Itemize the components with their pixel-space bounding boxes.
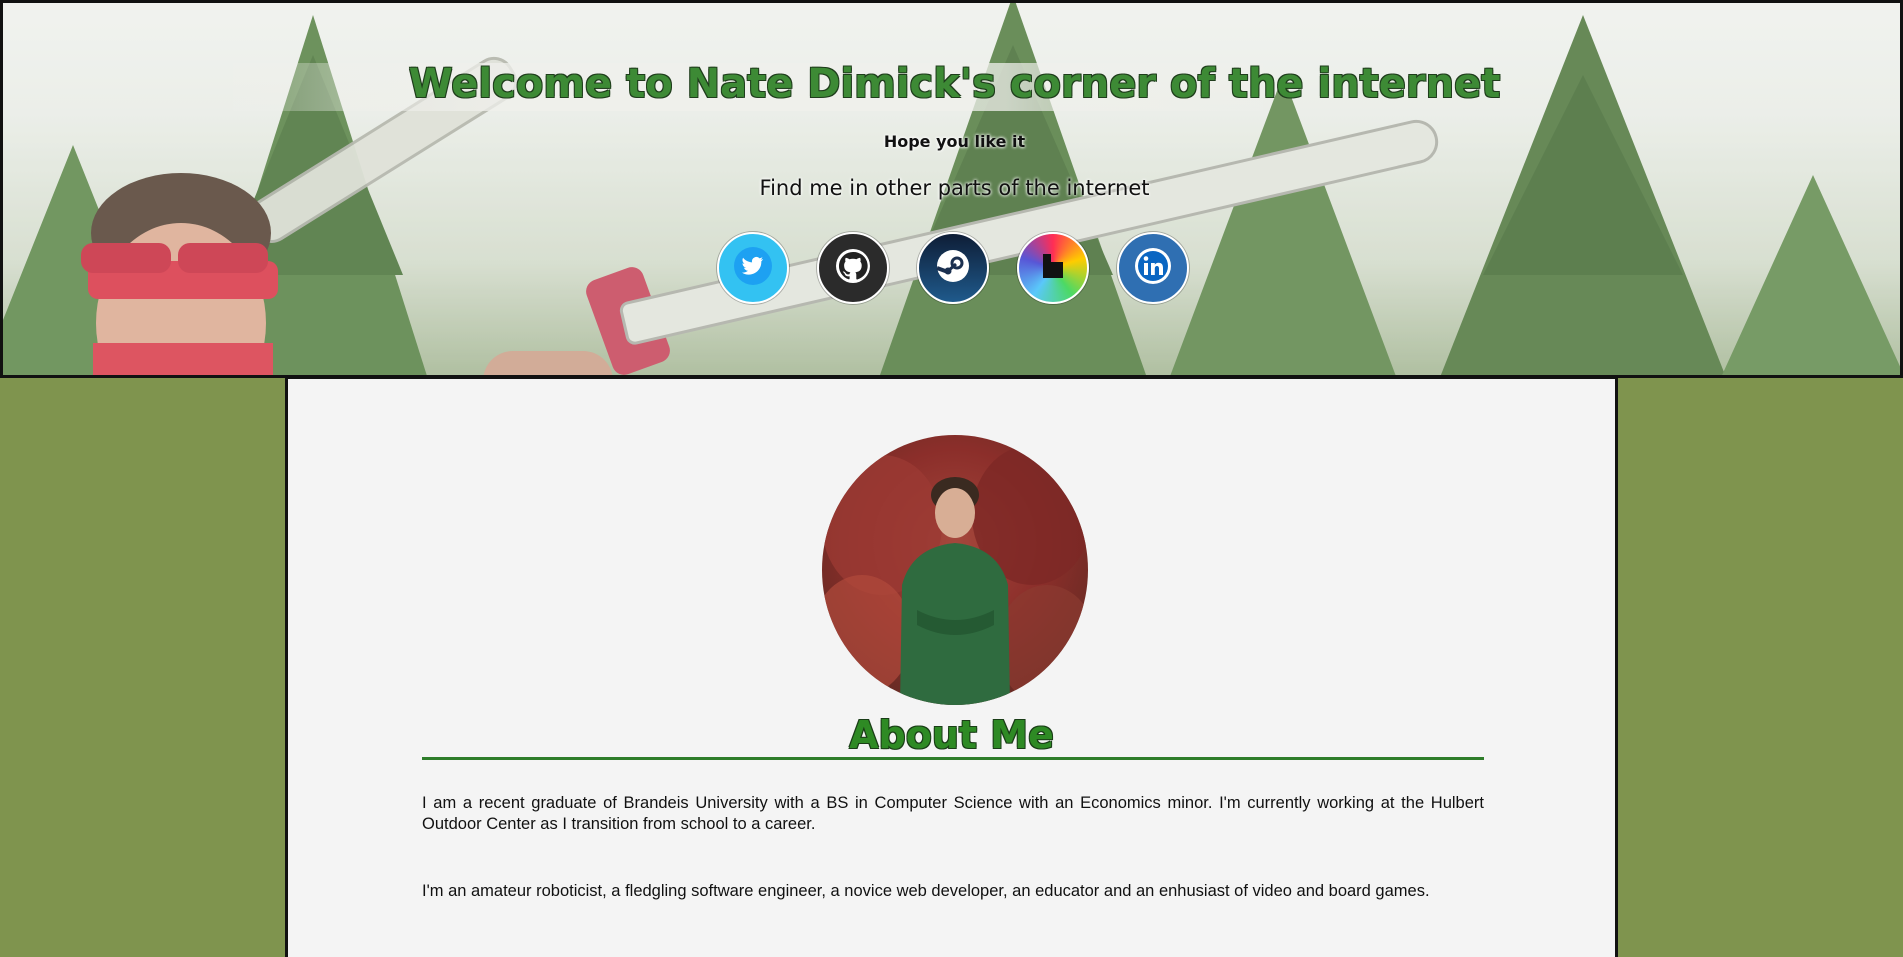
steam-link[interactable] bbox=[917, 232, 989, 304]
twitter-link[interactable] bbox=[717, 232, 789, 304]
hero-banner: Welcome to Nate Dimick's corner of the i… bbox=[0, 0, 1903, 378]
steam-icon bbox=[931, 244, 975, 292]
github-link[interactable] bbox=[817, 232, 889, 304]
profile-photo bbox=[822, 435, 1088, 705]
about-heading: About Me bbox=[849, 713, 1054, 757]
twitter-icon bbox=[731, 244, 775, 292]
about-paragraph: I am a recent graduate of Brandeis Unive… bbox=[422, 794, 1484, 833]
linkedin-link[interactable] bbox=[1117, 232, 1189, 304]
linkedin-icon bbox=[1131, 244, 1175, 292]
itch-icon bbox=[1031, 244, 1075, 292]
section-divider bbox=[422, 757, 1484, 760]
page-title: Welcome to Nate Dimick's corner of the i… bbox=[408, 61, 1501, 107]
social-links bbox=[3, 232, 1900, 308]
github-icon bbox=[831, 244, 875, 292]
page-subtitle: Hope you like it bbox=[883, 132, 1026, 151]
find-me-heading: Find me in other parts of the internet bbox=[759, 176, 1150, 200]
about-paragraph: I'm an amateur roboticist, a fledgling s… bbox=[422, 882, 1430, 900]
itch-link[interactable] bbox=[1017, 232, 1089, 304]
about-section: About Me I am a recent graduate of Brand… bbox=[285, 377, 1618, 957]
